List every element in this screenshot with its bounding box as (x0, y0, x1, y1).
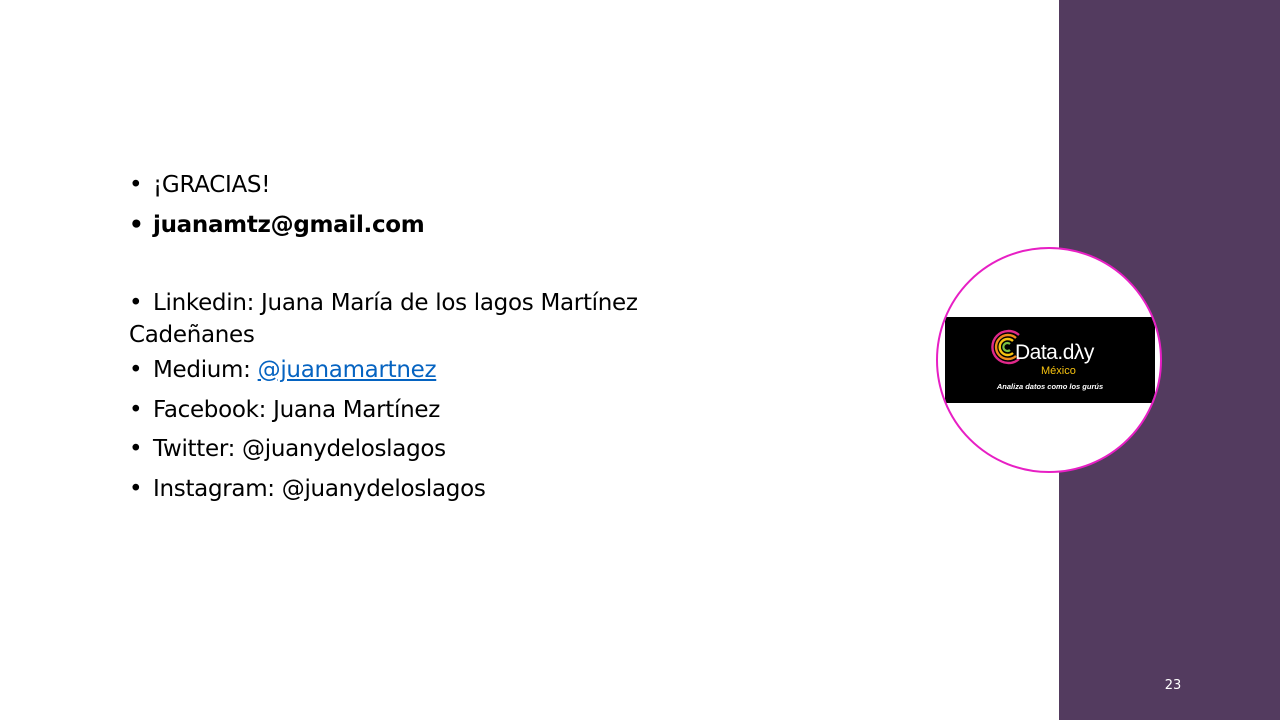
list-item-facebook: • Facebook: Juana Martínez (129, 391, 789, 431)
instagram-text: Instagram: @juanydeloslagos (153, 475, 486, 502)
list-item-twitter: • Twitter: @juanydeloslagos (129, 430, 789, 470)
linkedin-text-continuation: Cadeñanes (129, 322, 255, 348)
list-item-linkedin: • Linkedin: Juana María de los lagos Mar… (129, 287, 789, 351)
list-item-instagram: • Instagram: @juanydeloslagos (129, 470, 789, 510)
logo-title: Data.dλy (1015, 341, 1094, 364)
bullet-glyph: • (129, 172, 143, 198)
medium-link[interactable]: @juanamartnez (258, 357, 437, 383)
list-item-medium: • Medium: @juanamartnez (129, 351, 789, 391)
slide-content: • ¡GRACIAS! • juanamtz@gmail.com • Linke… (129, 166, 789, 509)
logo-subtitle: México (1041, 365, 1076, 377)
bullet-glyph: • (129, 396, 143, 423)
thanks-text: ¡GRACIAS! (153, 172, 271, 198)
list-item-email: • juanamtz@gmail.com (129, 206, 789, 246)
facebook-text: Facebook: Juana Martínez (153, 396, 440, 423)
bullet-glyph: • (129, 357, 143, 383)
bullet-glyph: • (129, 290, 143, 316)
twitter-text: Twitter: @juanydeloslagos (153, 436, 446, 462)
bullet-glyph: • (129, 436, 143, 462)
bullet-glyph: • (129, 211, 144, 238)
bullet-glyph: • (129, 475, 143, 502)
medium-label: Medium: (153, 357, 258, 383)
logo-circle: Data.dλy México Analiza datos como los g… (936, 247, 1162, 473)
list-item-thanks: • ¡GRACIAS! (129, 166, 789, 206)
logo-tagline: Analiza datos como los gurús (996, 382, 1104, 391)
logo-image: Data.dλy México Analiza datos como los g… (945, 317, 1155, 403)
linkedin-text: Linkedin: Juana María de los lagos Martí… (153, 290, 638, 316)
slide-number: 23 (1164, 678, 1182, 693)
email-text[interactable]: juanamtz@gmail.com (153, 212, 425, 238)
